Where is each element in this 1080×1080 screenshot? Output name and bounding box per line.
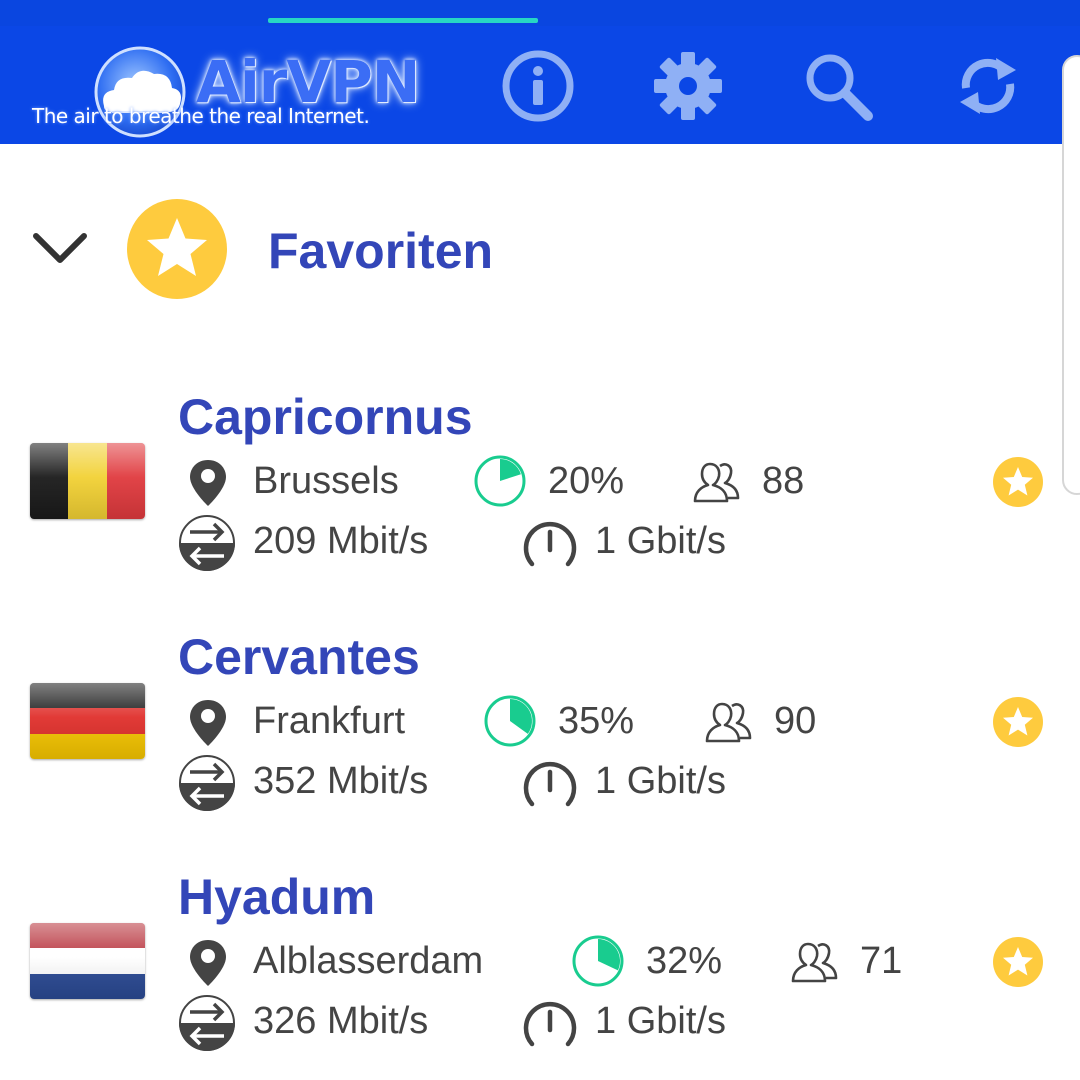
server-row[interactable]: Hyadum Alblasserdam 32% 71 326 Mbit/s 1 … xyxy=(0,868,1060,1068)
users-icon xyxy=(705,702,752,743)
server-row[interactable]: Capricornus Brussels 20% 88 209 Mbit/s 1… xyxy=(0,388,1060,588)
info-button[interactable] xyxy=(498,46,578,126)
search-button[interactable] xyxy=(798,46,878,126)
server-users: 71 xyxy=(860,940,903,982)
logo-tagline: The air to breathe the real Internet. xyxy=(32,104,370,128)
server-bandwidth: 352 Mbit/s xyxy=(253,760,429,802)
tab-indicator xyxy=(268,18,538,23)
favorite-star-icon[interactable] xyxy=(992,696,1044,748)
server-load: 20% xyxy=(548,460,625,502)
server-bandwidth: 326 Mbit/s xyxy=(253,1000,429,1042)
app-header: AirVPN The air to breathe the real Inter… xyxy=(0,26,1080,144)
settings-gear-icon xyxy=(654,52,722,120)
settings-button[interactable] xyxy=(648,46,728,126)
country-flag xyxy=(30,443,145,519)
airvpn-logo: AirVPN The air to breathe the real Inter… xyxy=(28,40,458,140)
speed-gauge-icon xyxy=(523,761,577,807)
server-row[interactable]: Cervantes Frankfurt 35% 90 352 Mbit/s 1 … xyxy=(0,628,1060,828)
search-icon xyxy=(806,54,873,121)
info-icon xyxy=(502,50,574,122)
server-name: Hyadum xyxy=(178,869,376,925)
server-location: Brussels xyxy=(253,460,399,502)
server-users: 90 xyxy=(774,700,817,742)
server-location: Alblasserdam xyxy=(253,940,484,982)
status-bar xyxy=(0,0,1080,26)
group-header-favorites[interactable]: Favoriten xyxy=(0,190,1040,310)
chevron-down-icon[interactable] xyxy=(30,228,90,268)
server-load: 35% xyxy=(558,700,635,742)
speed-gauge-icon xyxy=(523,1001,577,1047)
bandwidth-transfer-icon xyxy=(179,755,235,811)
location-pin-icon xyxy=(190,460,226,506)
bandwidth-transfer-icon xyxy=(179,515,235,571)
server-users: 88 xyxy=(762,460,805,502)
server-name: Cervantes xyxy=(178,629,420,685)
users-icon xyxy=(693,462,740,503)
load-pie-icon xyxy=(572,935,624,987)
side-panel-edge xyxy=(1062,55,1080,495)
server-max-speed: 1 Gbit/s xyxy=(595,1000,726,1042)
speed-gauge-icon xyxy=(523,521,577,567)
location-pin-icon xyxy=(190,940,226,986)
server-name: Capricornus xyxy=(178,389,473,445)
server-max-speed: 1 Gbit/s xyxy=(595,760,726,802)
location-pin-icon xyxy=(190,700,226,746)
refresh-icon xyxy=(960,58,1016,114)
server-max-speed: 1 Gbit/s xyxy=(595,520,726,562)
star-icon xyxy=(127,199,227,299)
load-pie-icon xyxy=(474,455,526,507)
country-flag xyxy=(30,923,145,999)
bandwidth-transfer-icon xyxy=(179,995,235,1051)
users-icon xyxy=(791,942,838,983)
load-pie-icon xyxy=(484,695,536,747)
country-flag xyxy=(30,683,145,759)
server-bandwidth: 209 Mbit/s xyxy=(253,520,429,562)
favorite-star-icon[interactable] xyxy=(992,936,1044,988)
favorite-star-icon[interactable] xyxy=(992,456,1044,508)
refresh-button[interactable] xyxy=(948,46,1028,126)
server-load: 32% xyxy=(646,940,723,982)
server-location: Frankfurt xyxy=(253,700,406,742)
group-title: Favoriten xyxy=(268,223,494,279)
